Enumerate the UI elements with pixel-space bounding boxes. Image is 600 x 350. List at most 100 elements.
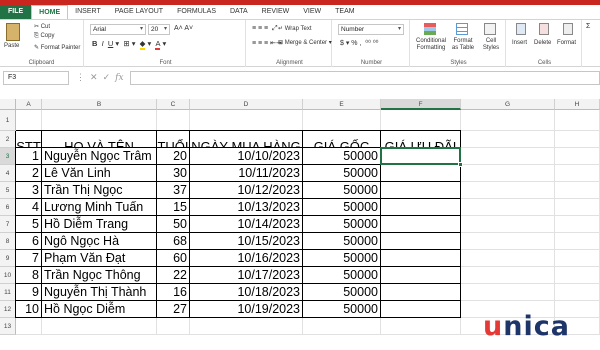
- conditional-formatting-icon[interactable]: [424, 23, 436, 35]
- header-cell[interactable]: GIÁ GỐC: [303, 131, 381, 148]
- table-cell[interactable]: [190, 110, 303, 131]
- table-cell[interactable]: [461, 165, 555, 182]
- format-as-table-button[interactable]: Format as Table: [450, 38, 476, 52]
- row-header[interactable]: 2: [0, 131, 16, 148]
- enter-icon[interactable]: ✓: [103, 72, 111, 82]
- table-cell[interactable]: 10: [16, 301, 42, 318]
- table-icon[interactable]: [456, 23, 468, 35]
- border-icon[interactable]: ⊞: [123, 39, 129, 48]
- font-name-select[interactable]: Arial ▾: [90, 24, 146, 35]
- table-cell[interactable]: [555, 110, 600, 131]
- row-header[interactable]: 6: [0, 199, 16, 216]
- tab-file[interactable]: FILE: [0, 5, 32, 19]
- table-cell[interactable]: 50000: [303, 233, 381, 250]
- table-cell[interactable]: Hồ Ngọc Diễm: [42, 301, 157, 318]
- table-cell[interactable]: [555, 148, 600, 165]
- format-painter-button[interactable]: ✎ Format Painter: [34, 44, 80, 51]
- row-header[interactable]: 8: [0, 233, 16, 250]
- table-cell[interactable]: 50000: [303, 199, 381, 216]
- table-cell[interactable]: [381, 165, 461, 182]
- formula-input[interactable]: [130, 71, 600, 85]
- table-cell[interactable]: 10/19/2023: [190, 301, 303, 318]
- table-cell[interactable]: 50000: [303, 267, 381, 284]
- table-cell[interactable]: [555, 250, 600, 267]
- delete-button[interactable]: Delete: [534, 40, 551, 46]
- row-header[interactable]: 13: [0, 318, 16, 335]
- underline-icon[interactable]: U: [108, 39, 113, 48]
- active-cell[interactable]: [380, 147, 463, 167]
- fill-handle[interactable]: [458, 162, 463, 167]
- table-cell[interactable]: [461, 199, 555, 216]
- table-cell[interactable]: Trần Thị Ngọc: [42, 182, 157, 199]
- table-cell[interactable]: 6: [16, 233, 42, 250]
- insert-button[interactable]: Insert: [512, 40, 527, 46]
- column-header[interactable]: H: [555, 99, 600, 110]
- table-cell[interactable]: [381, 250, 461, 267]
- table-cell[interactable]: [381, 216, 461, 233]
- tab-home[interactable]: HOME: [31, 5, 69, 19]
- header-cell[interactable]: STT: [16, 131, 42, 148]
- row-header[interactable]: 11: [0, 284, 16, 301]
- copy-button[interactable]: ⎘ Copy: [34, 33, 54, 40]
- table-cell[interactable]: 1: [16, 148, 42, 165]
- table-cell[interactable]: 10/11/2023: [190, 165, 303, 182]
- merge-center-button[interactable]: ⊟ Merge & Center ▾: [278, 39, 332, 46]
- table-cell[interactable]: 22: [157, 267, 190, 284]
- column-header[interactable]: D: [190, 99, 303, 110]
- row-header[interactable]: 7: [0, 216, 16, 233]
- table-cell[interactable]: Lương Minh Tuấn: [42, 199, 157, 216]
- tab-insert[interactable]: INSERT: [68, 5, 108, 19]
- table-cell[interactable]: 50000: [303, 148, 381, 165]
- table-cell[interactable]: 10/13/2023: [190, 199, 303, 216]
- table-cell[interactable]: 10/15/2023: [190, 233, 303, 250]
- row-header[interactable]: 10: [0, 267, 16, 284]
- table-cell[interactable]: 50: [157, 216, 190, 233]
- table-cell[interactable]: Trần Ngọc Thông: [42, 267, 157, 284]
- table-cell[interactable]: [16, 318, 42, 335]
- table-cell[interactable]: 9: [16, 284, 42, 301]
- column-header[interactable]: E: [303, 99, 381, 110]
- select-all-corner[interactable]: [0, 99, 16, 110]
- table-cell[interactable]: [42, 318, 157, 335]
- column-header[interactable]: F: [381, 99, 461, 110]
- table-cell[interactable]: 10/12/2023: [190, 182, 303, 199]
- format-button[interactable]: Format: [557, 40, 576, 46]
- table-cell[interactable]: [555, 233, 600, 250]
- autosum-icon[interactable]: Σ: [586, 23, 590, 30]
- column-header[interactable]: C: [157, 99, 190, 110]
- cell-styles-button[interactable]: Cell Styles: [478, 38, 504, 52]
- table-cell[interactable]: [555, 199, 600, 216]
- table-cell[interactable]: 10/18/2023: [190, 284, 303, 301]
- table-cell[interactable]: 10/14/2023: [190, 216, 303, 233]
- table-cell[interactable]: [461, 284, 555, 301]
- table-cell[interactable]: [381, 284, 461, 301]
- table-cell[interactable]: [303, 318, 381, 335]
- table-cell[interactable]: [381, 199, 461, 216]
- header-cell[interactable]: NGÀY MUA HÀNG: [190, 131, 303, 148]
- table-cell[interactable]: [461, 110, 555, 131]
- tab-view[interactable]: VIEW: [296, 5, 328, 19]
- table-cell[interactable]: 37: [157, 182, 190, 199]
- table-cell[interactable]: [555, 165, 600, 182]
- bold-icon[interactable]: B: [92, 39, 97, 48]
- fill-color-icon[interactable]: ◆: [139, 39, 146, 50]
- table-cell[interactable]: 7: [16, 250, 42, 267]
- table-cell[interactable]: [303, 110, 381, 131]
- table-cell[interactable]: 30: [157, 165, 190, 182]
- tab-review[interactable]: REVIEW: [255, 5, 297, 19]
- row-header[interactable]: 1: [0, 110, 16, 131]
- table-cell[interactable]: [157, 318, 190, 335]
- table-cell[interactable]: 50000: [303, 284, 381, 301]
- fx-icon[interactable]: fx: [115, 73, 123, 83]
- row-header[interactable]: 5: [0, 182, 16, 199]
- header-cell[interactable]: HỌ VÀ TÊN: [42, 131, 157, 148]
- insert-icon[interactable]: [516, 23, 526, 35]
- table-cell[interactable]: [461, 216, 555, 233]
- table-cell[interactable]: [381, 267, 461, 284]
- table-cell[interactable]: 10/17/2023: [190, 267, 303, 284]
- table-cell[interactable]: 10/16/2023: [190, 250, 303, 267]
- table-cell[interactable]: 50000: [303, 216, 381, 233]
- format-cells-icon[interactable]: [563, 23, 573, 35]
- table-cell[interactable]: [190, 318, 303, 335]
- table-cell[interactable]: 15: [157, 199, 190, 216]
